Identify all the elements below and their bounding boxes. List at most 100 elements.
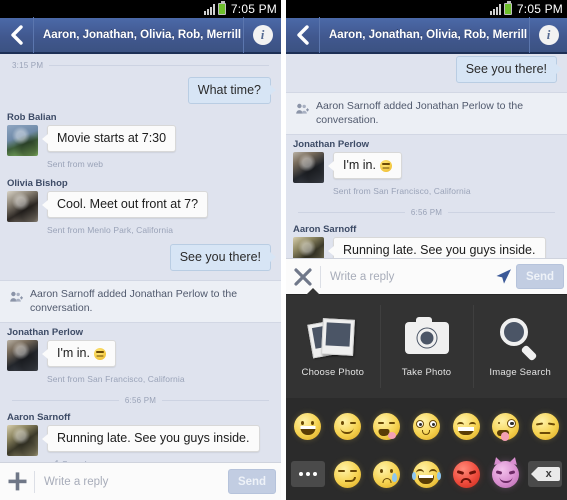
smirking-emoji-icon [333,460,361,488]
message-group: Olivia Bishop Cool. Meet out front at 7?… [0,174,281,240]
avatar[interactable] [293,237,324,258]
right-phone-screen: 7:05 PM Aaron, Jonathan, Olivia, Rob, Me… [286,0,567,500]
message-bubble: See you there! [455,56,563,83]
emoji-row-1 [288,402,565,450]
sender-name: Aaron Sarnoff [7,412,71,424]
emoji-button[interactable] [409,457,443,491]
timestamp-divider: 6:56 PM [286,201,567,220]
sender-name: Aaron Sarnoff [293,224,357,236]
message-text: I'm in. [57,346,90,361]
send-button[interactable]: Send [516,264,564,289]
backspace-x-label: x [545,468,552,480]
divider-line [49,65,269,66]
avatar[interactable] [7,340,38,372]
message-row-incoming[interactable]: Cool. Meet out front at 7? [0,191,281,222]
composer-right: Send [286,258,567,294]
message-row-outgoing[interactable]: See you there! [0,240,281,275]
system-message: Aaron Sarnoff added Jonathan Perlow to t… [0,280,281,324]
emoji-keyboard[interactable]: x [286,398,567,500]
thread-info-button[interactable]: i [529,17,567,53]
signal-bars-icon [203,3,215,15]
status-clock: 7:05 PM [230,2,277,16]
back-button[interactable] [0,17,34,53]
emoji-button[interactable] [330,457,364,491]
image-search-button[interactable]: Image Search [473,295,567,398]
emoji-button[interactable] [409,409,443,443]
battery-icon [217,1,226,15]
message-row-incoming[interactable]: I'm in. [286,152,567,184]
divider-line [448,212,556,214]
message-bubble: Running late. See you guys inside. [42,425,260,453]
avatar[interactable] [7,125,38,156]
composer-left: Send [0,462,281,500]
message-row-incoming[interactable]: Running late. See you guys inside. [0,425,281,457]
choose-photo-button[interactable]: Choose Photo [286,295,380,398]
avatar[interactable] [7,191,38,222]
message-row-incoming[interactable]: I'm in. [0,340,281,372]
message-group: Aaron Sarnoff Running late. See you guys… [0,408,281,462]
emoji-button[interactable] [291,409,325,443]
emoji-button[interactable] [449,409,483,443]
close-x-icon [294,267,312,286]
emoji-button[interactable] [330,409,364,443]
grin-emoji-icon [379,159,392,172]
back-button[interactable] [286,17,320,53]
back-chevron-icon [297,25,309,45]
message-group: Rob Balian Movie starts at 7:30 Sent fro… [0,108,281,174]
send-location-button[interactable] [490,268,516,285]
take-photo-button[interactable]: Take Photo [379,295,474,398]
reply-input[interactable] [321,259,490,294]
message-meta: Sent from San Francisco, California [333,186,471,197]
reply-input[interactable] [35,463,228,500]
tray-item-label: Image Search [489,366,551,378]
emoji-button[interactable] [370,457,404,491]
backspace-button[interactable]: x [528,457,563,491]
message-row-outgoing[interactable]: See you there! [286,54,567,87]
tray-item-label: Take Photo [401,366,452,378]
message-row-incoming[interactable]: Running late. See you guys inside. [286,237,567,258]
photo-stack-icon [307,316,356,360]
message-text: Running late. See you guys inside. [343,243,536,258]
sender-name: Rob Balian [7,112,57,123]
message-thread-left[interactable]: 3:15 PM What time? Rob Balian Movie star… [0,54,281,462]
beaming-emoji-icon [452,412,480,440]
system-message-text: Aaron Sarnoff added Jonathan Perlow to t… [30,288,238,315]
avatar[interactable] [293,152,324,184]
timestamp-label: 6:56 PM [124,396,157,406]
thread-info-button[interactable]: i [243,17,281,53]
emoji-button[interactable] [370,409,404,443]
unamused-emoji-icon [531,412,559,440]
divider-line [162,400,270,402]
emoji-button[interactable] [528,409,562,443]
message-thread-right[interactable]: See you there! Aaron Sarnoff added Jonat… [286,54,567,258]
sender-name: Jonathan Perlow [7,327,84,339]
timestamp-divider: 6:56 PM [0,389,281,408]
emoji-button[interactable] [449,457,483,491]
plus-icon [8,472,26,491]
avatar[interactable] [7,425,38,457]
camera-icon [404,316,449,360]
devil-emoji-icon [492,455,520,488]
crying-emoji-icon [373,460,401,488]
message-row-incoming[interactable]: Movie starts at 7:30 [0,125,281,156]
more-emoji-button[interactable] [290,457,325,491]
divider-line [298,212,405,214]
message-bubble: Running late. See you guys inside. [328,237,546,258]
message-bubble: Cool. Meet out front at 7? [41,191,209,218]
backspace-key-icon: x [528,461,563,487]
message-row-outgoing[interactable]: What time? [0,73,281,108]
send-button[interactable]: Send [228,469,276,494]
message-meta: Sent from web [47,159,104,169]
flushed-emoji-icon [412,412,440,440]
add-attachment-button[interactable] [0,463,34,500]
emoji-button[interactable] [489,455,523,491]
system-message-text: Aaron Sarnoff added Jonathan Perlow to t… [316,100,524,127]
grin-emoji-icon [93,347,106,360]
timestamp-label: 6:56 PM [410,208,443,218]
winking-tongue-emoji-icon [373,412,401,440]
attachment-tray: Choose Photo Take Photo Image Search [286,288,567,398]
divider-line [12,400,119,402]
emoji-button[interactable] [489,409,523,443]
timestamp-label: 3:15 PM [12,61,44,70]
message-group: Jonathan Perlow I'm in. Sent from San Fr… [286,135,567,201]
